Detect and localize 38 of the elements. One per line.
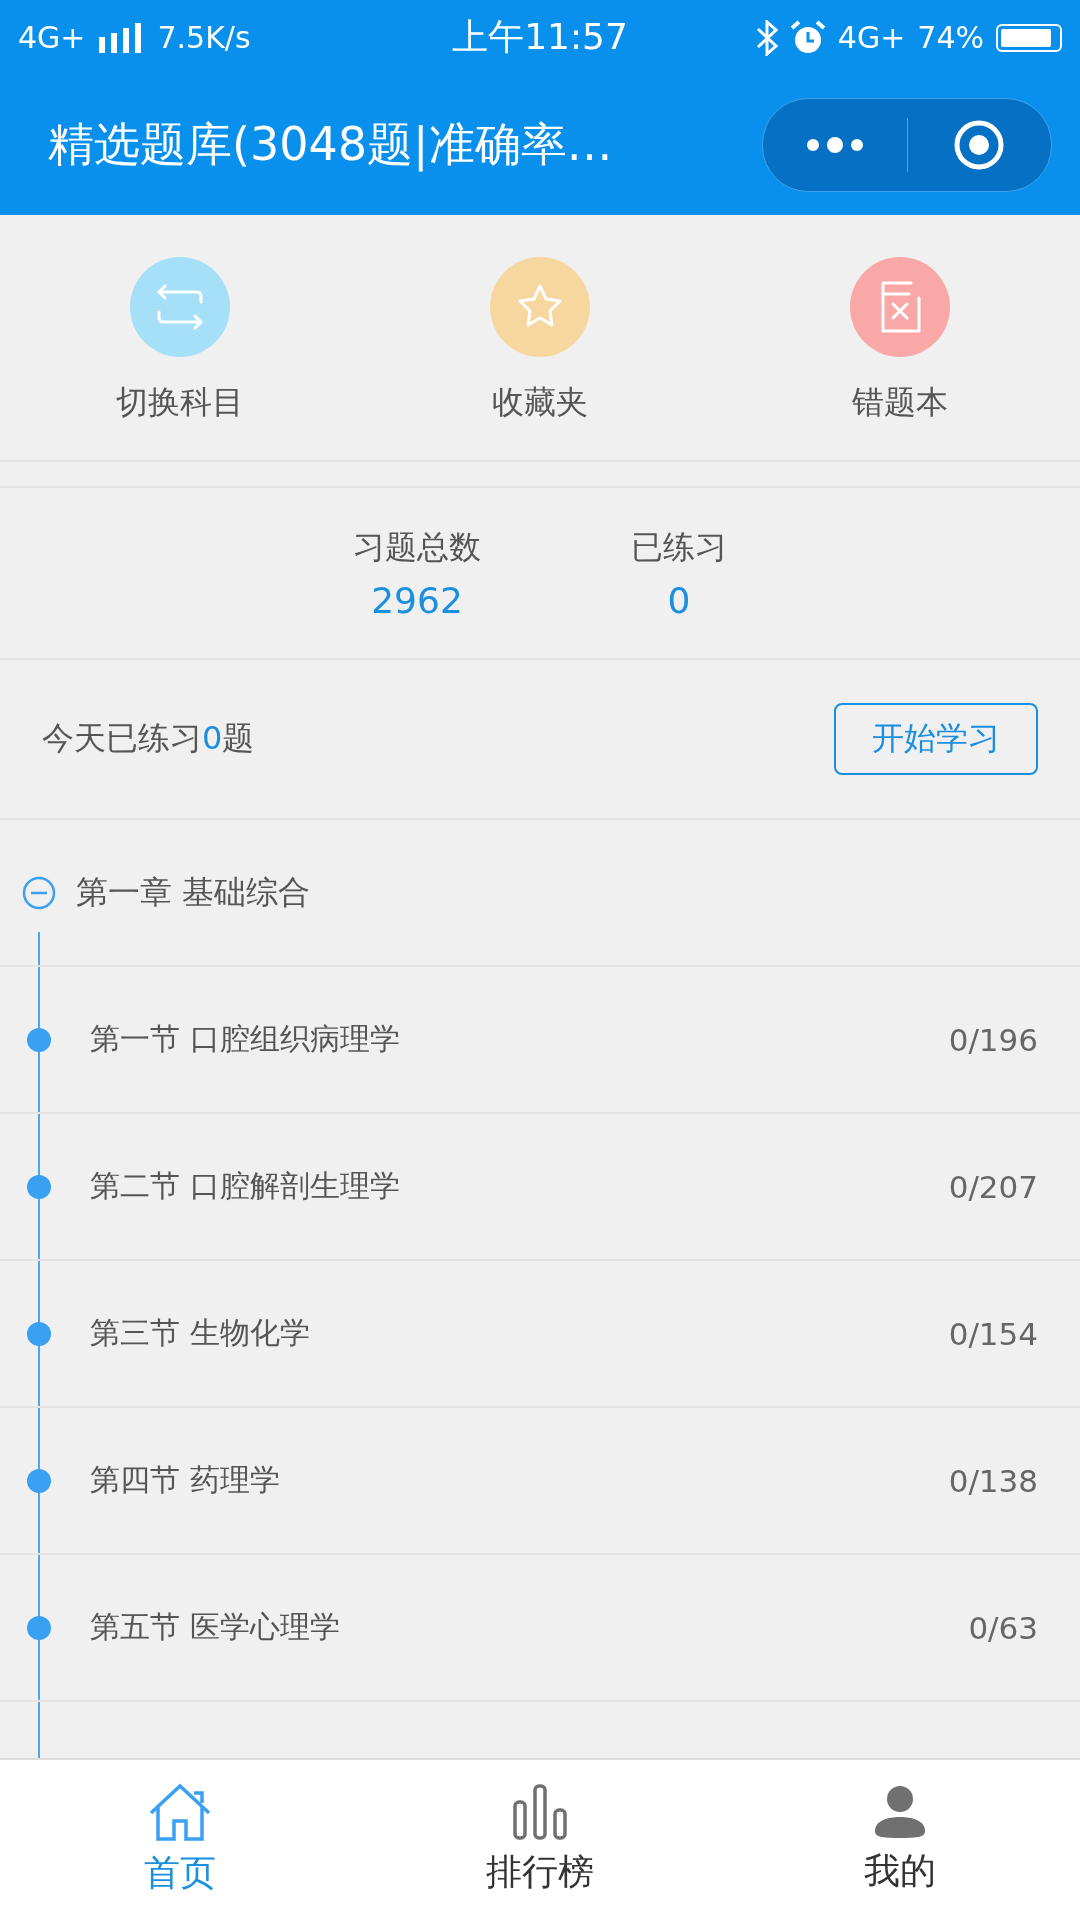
battery-percent: 74% bbox=[917, 20, 984, 55]
today-practice-text: 今天已练习 0题 bbox=[42, 718, 255, 759]
section-title: 第二节 口腔解剖生理学 bbox=[90, 1167, 401, 1205]
nav-tab[interactable]: 首页 bbox=[0, 1760, 360, 1920]
network-speed: 7.5K/s bbox=[157, 20, 251, 55]
shortcut-label[interactable]: 收藏夹 bbox=[492, 381, 588, 425]
stat-label: 习题总数 bbox=[353, 526, 481, 568]
alarm-icon bbox=[789, 19, 826, 56]
nav-tab[interactable]: 我的 bbox=[720, 1760, 1080, 1920]
more-icon[interactable] bbox=[804, 137, 865, 153]
bar-chart-icon bbox=[512, 1783, 568, 1840]
home-icon bbox=[148, 1782, 212, 1841]
collapse-icon[interactable] bbox=[22, 875, 56, 910]
section-title: 第三节 生物化学 bbox=[90, 1314, 311, 1352]
bluetooth-icon bbox=[755, 19, 778, 56]
timeline-dot bbox=[27, 1468, 51, 1493]
user-icon bbox=[874, 1784, 926, 1839]
clock: 上午11:57 bbox=[452, 16, 628, 57]
battery-icon bbox=[996, 23, 1062, 52]
timeline-dot bbox=[27, 1174, 51, 1199]
stat-value: 2962 bbox=[371, 579, 463, 621]
network-label: 4G+ bbox=[837, 20, 906, 55]
timeline-dot bbox=[27, 1027, 51, 1052]
stat-label: 已练习 bbox=[631, 526, 727, 568]
section-title: 第一节 口腔组织病理学 bbox=[90, 1020, 401, 1058]
timeline-dot bbox=[27, 1615, 51, 1640]
shortcut-label[interactable]: 错题本 bbox=[852, 381, 948, 425]
signal-icon bbox=[99, 22, 144, 53]
nav-tab[interactable]: 排行榜 bbox=[360, 1760, 720, 1920]
network-label: 4G+ bbox=[18, 20, 86, 55]
section-title: 第四节 药理学 bbox=[90, 1461, 281, 1499]
close-target-icon[interactable] bbox=[953, 119, 1006, 171]
shortcut-label[interactable]: 切换科目 bbox=[116, 381, 244, 425]
timeline-dot bbox=[27, 1321, 51, 1346]
stat-value: 0 bbox=[667, 579, 691, 621]
page-title: 精选题库(3048题|准确率… bbox=[48, 116, 614, 174]
chapter-title[interactable]: 第一章 基础综合 bbox=[76, 870, 311, 915]
section-title: 第五节 医学心理学 bbox=[90, 1608, 341, 1646]
